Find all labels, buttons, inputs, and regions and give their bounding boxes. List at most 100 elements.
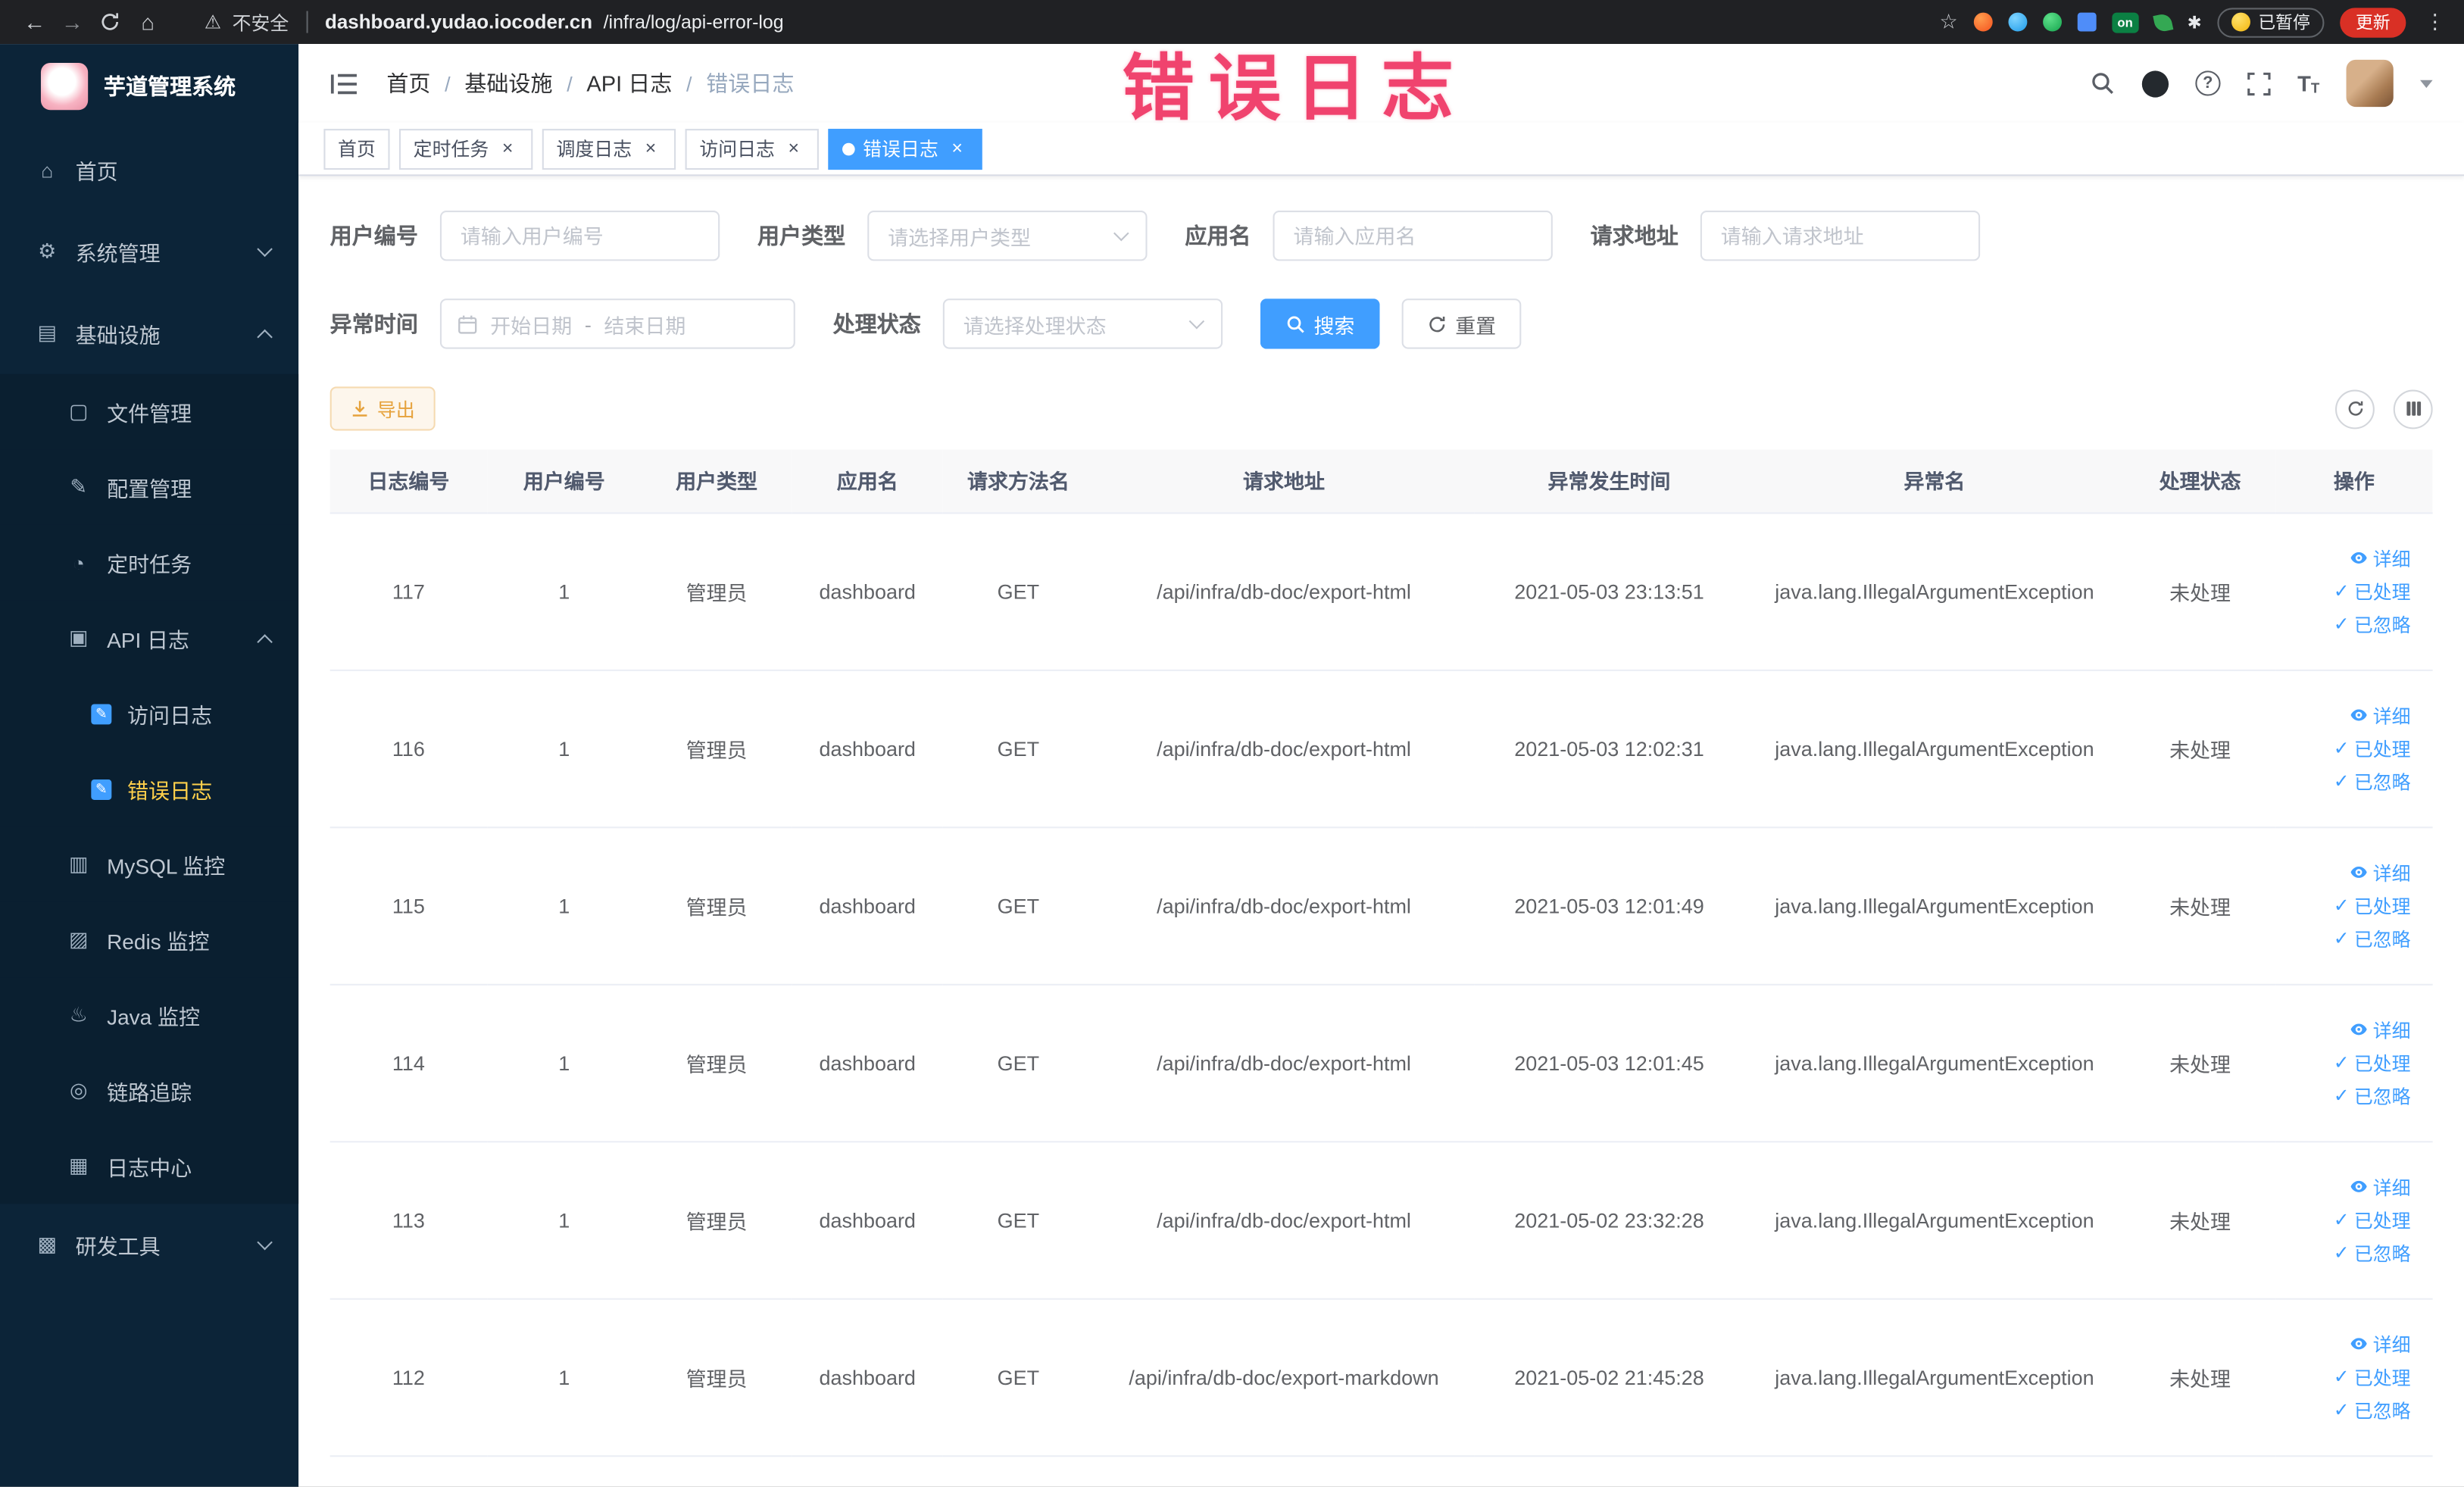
detail-link[interactable]: 详细 [2350,1016,2411,1042]
avatar-caret-icon[interactable] [2420,79,2433,88]
reload-icon[interactable] [91,11,129,33]
home-icon[interactable]: ⌂ [129,9,167,34]
sidebar-item-access-log[interactable]: ✎ 访问日志 [0,676,299,751]
check-icon: ✓ [2333,737,2350,760]
browser-menu-icon[interactable]: ⋮ [2422,9,2448,34]
sidebar-item-system-management[interactable]: ⚙ 系统管理 [0,211,298,292]
sidebar-item-api-logs[interactable]: ▣ API 日志 [0,600,299,676]
breadcrumb-api-logs[interactable]: API 日志 [586,67,672,98]
request-url-input[interactable] [1700,211,1981,261]
fullscreen-icon[interactable] [2247,71,2271,95]
sidebar-item-file-management[interactable]: ▢ 文件管理 [0,373,299,450]
sidebar-item-mysql-monitor[interactable]: ▥ MySQL 监控 [0,826,299,902]
close-icon[interactable]: × [497,136,519,160]
sidebar-toggle-icon[interactable] [330,71,358,95]
process-status-select[interactable]: 请选择处理状态 [942,298,1223,349]
sidebar: 芋道管理系统 ⌂ 首页 ⚙ 系统管理 ▤ 基础设施 ▢ 文件管理 ✎ 配置管理 … [0,44,299,1487]
extension-paw-icon[interactable]: ✱ [2188,12,2202,33]
user-type-select[interactable]: 请选择用户类型 [867,211,1148,261]
column-settings-button[interactable] [2393,389,2433,429]
ignored-link[interactable]: ✓ 已忽略 [2334,611,2411,637]
bookmark-star-icon[interactable]: ☆ [1939,9,1957,34]
sidebar-item-link-tracing[interactable]: ◎ 链路追踪 [0,1053,299,1129]
forward-icon[interactable]: → [54,9,92,34]
ignored-link[interactable]: ✓ 已忽略 [2334,1082,2411,1108]
ignored-link[interactable]: ✓ 已忽略 [2334,1396,2411,1423]
edit-square-icon: ✎ [91,779,112,799]
sidebar-item-redis-monitor[interactable]: ▨ Redis 监控 [0,901,299,978]
processed-link[interactable]: ✓ 已处理 [2334,735,2411,761]
close-icon[interactable]: × [782,136,804,160]
check-icon: ✓ [2333,1208,2350,1231]
font-size-small-glyph: T [2310,80,2320,96]
breadcrumb-infrastructure[interactable]: 基础设施 [464,67,552,98]
processed-link[interactable]: ✓ 已处理 [2334,1364,2411,1390]
close-icon[interactable]: × [946,136,968,160]
sidebar-item-log-center[interactable]: ▦ 日志中心 [0,1128,299,1204]
refresh-table-button[interactable] [2335,389,2375,429]
address-bar[interactable]: ⚠ 不安全 dashboard.yudao.iocoder.cn/infra/l… [205,8,784,35]
extension-blue-icon[interactable] [2008,12,2027,32]
search-button[interactable]: 搜索 [1260,298,1380,349]
reset-button-label: 重置 [1455,313,1497,338]
processed-link[interactable]: ✓ 已处理 [2334,892,2411,918]
table-row: 115 1 管理员 dashboard GET /api/infra/db-do… [329,826,2433,985]
detail-link[interactable]: 详细 [2350,859,2411,886]
tab-label: 定时任务 [413,138,489,161]
github-icon[interactable] [2141,70,2169,97]
detail-link[interactable]: 详细 [2350,1330,2411,1357]
tab-access-log[interactable]: 访问日志 × [685,128,820,170]
tab-error-log[interactable]: 错误日志 × [828,128,982,170]
detail-link[interactable]: 详细 [2350,545,2411,571]
cell-time: 2021-05-02 23:32:28 [1474,1141,1744,1299]
sidebar-item-error-log[interactable]: ✎ 错误日志 [0,751,299,827]
processed-link[interactable]: ✓ 已处理 [2334,1206,2411,1232]
tab-home[interactable]: 首页 [323,128,390,170]
app-name-input[interactable] [1273,211,1553,261]
extension-green-icon[interactable] [2042,12,2062,32]
tools-icon: ▩ [37,1232,57,1256]
breadcrumb-home[interactable]: 首页 [386,67,430,98]
extension-grid-icon[interactable] [2077,12,2097,32]
ignored-link[interactable]: ✓ 已忽略 [2334,767,2411,794]
ignored-link[interactable]: ✓ 已忽略 [2334,925,2411,951]
sidebar-item-java-monitor[interactable]: ♨ Java 监控 [0,977,299,1054]
security-label[interactable]: 不安全 [233,8,289,35]
paused-badge[interactable]: 已暂停 [2217,7,2325,37]
cell-status: 未处理 [2124,669,2276,828]
tab-schedule-log[interactable]: 调度日志 × [542,128,676,170]
sidebar-item-infrastructure[interactable]: ▤ 基础设施 [0,292,298,374]
check-icon: ✓ [2333,1398,2350,1421]
close-icon[interactable]: × [640,136,662,160]
sidebar-item-label: Redis 监控 [107,930,210,954]
filter-exception-time: 异常时间 开始日期 - 结束日期 [330,298,795,349]
extension-on-icon[interactable]: on [2111,11,2139,33]
cell-log-id: 117 [329,512,488,670]
sidebar-item-config-management[interactable]: ✎ 配置管理 [0,449,299,525]
back-icon[interactable]: ← [16,9,54,34]
search-icon[interactable] [2090,70,2115,95]
processed-link[interactable]: ✓ 已处理 [2334,577,2411,604]
detail-link[interactable]: 详细 [2350,701,2411,728]
sidebar-item-dev-tools[interactable]: ▩ 研发工具 [0,1204,298,1286]
processed-link[interactable]: ✓ 已处理 [2334,1049,2411,1076]
reset-button[interactable]: 重置 [1401,298,1522,349]
cell-actions: 详细 ✓ 已处理 ✓ 已忽略 [2275,512,2433,670]
detail-link[interactable]: 详细 [2350,1173,2411,1200]
col-log-id: 日志编号 [329,449,488,514]
sidebar-item-home[interactable]: ⌂ 首页 [0,129,298,211]
user-id-input[interactable] [439,211,720,261]
extension-orange-icon[interactable] [1973,12,1993,32]
font-size-icon[interactable]: TT [2297,70,2319,95]
update-browser-button[interactable]: 更新 [2340,7,2406,37]
avatar[interactable] [2346,59,2394,108]
calendar-icon [458,314,477,333]
help-icon[interactable]: ? [2195,70,2221,96]
tab-scheduled-tasks[interactable]: 定时任务 × [399,128,533,170]
ignored-link[interactable]: ✓ 已忽略 [2334,1239,2411,1266]
sidebar-item-scheduled-tasks[interactable]: ◔ 定时任务 [0,524,299,601]
extension-leaf-icon[interactable] [2152,11,2173,33]
export-button[interactable]: 导出 [329,386,436,431]
sidebar-logo[interactable]: 芋道管理系统 [0,44,298,129]
date-range-picker[interactable]: 开始日期 - 结束日期 [439,298,795,349]
